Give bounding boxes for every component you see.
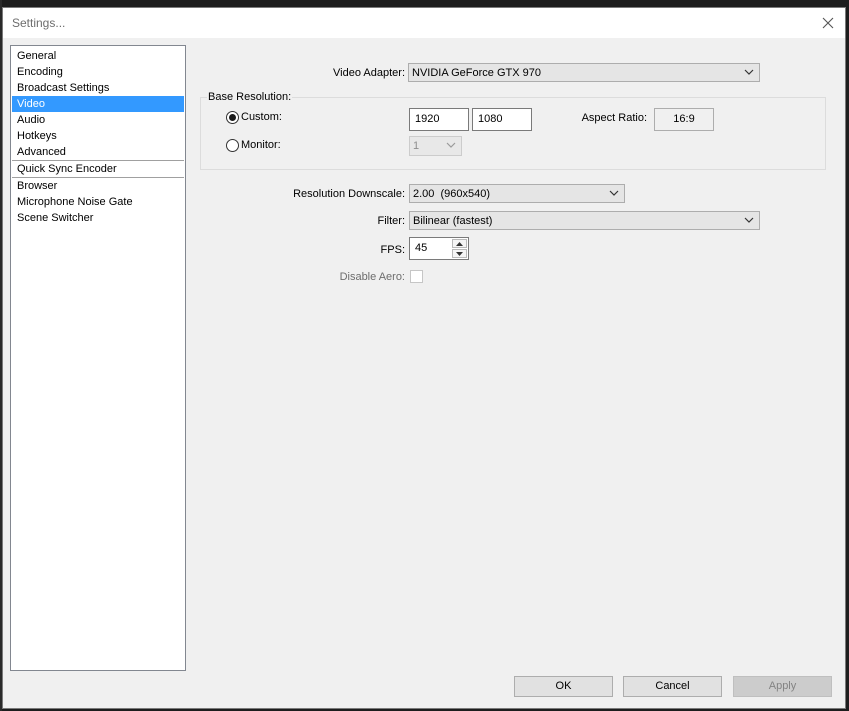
title-bar: Settings... xyxy=(3,8,845,38)
width-input[interactable]: 1920 xyxy=(409,108,469,131)
nav-item-scene-switcher[interactable]: Scene Switcher xyxy=(11,210,185,226)
monitor-radio[interactable] xyxy=(226,139,239,152)
arrow-down-icon xyxy=(456,252,463,256)
fps-value: 45 xyxy=(415,242,428,254)
disable-aero-label: Disable Aero: xyxy=(339,271,405,283)
monitor-dropdown[interactable]: 1 xyxy=(409,136,462,156)
chevron-down-icon xyxy=(609,190,619,196)
nav-item-general[interactable]: General xyxy=(11,48,185,64)
resolution-downscale-value: 2.00 (960x540) xyxy=(413,188,491,200)
nav-item-broadcast-settings[interactable]: Broadcast Settings xyxy=(11,80,185,96)
close-button[interactable] xyxy=(817,12,839,34)
monitor-label: Monitor: xyxy=(241,139,281,151)
close-icon xyxy=(822,17,834,29)
aspect-ratio-label: Aspect Ratio: xyxy=(581,112,647,124)
window-title: Settings... xyxy=(12,16,66,30)
settings-dialog: Settings... General Encoding Broadcast Set… xyxy=(2,7,846,709)
nav-item-audio[interactable]: Audio xyxy=(11,112,185,128)
custom-label: Custom: xyxy=(241,111,282,123)
nav-item-microphone-noise-gate[interactable]: Microphone Noise Gate xyxy=(11,194,185,210)
filter-value: Bilinear (fastest) xyxy=(413,215,493,227)
chevron-down-icon xyxy=(744,217,754,223)
monitor-value: 1 xyxy=(413,140,420,152)
video-adapter-label: Video Adapter: xyxy=(333,67,405,79)
nav-item-browser[interactable]: Browser xyxy=(11,178,185,194)
aspect-ratio-value: 16:9 xyxy=(673,113,695,125)
chevron-down-icon xyxy=(446,142,456,148)
height-value: 1080 xyxy=(478,113,503,125)
nav-item-video[interactable]: Video xyxy=(12,96,184,112)
chevron-down-icon xyxy=(744,69,754,75)
custom-radio[interactable] xyxy=(226,111,239,124)
aspect-ratio-display: 16:9 xyxy=(654,108,714,131)
width-value: 1920 xyxy=(415,113,440,125)
cancel-button[interactable]: Cancel xyxy=(623,676,722,697)
fps-spinbox[interactable]: 45 xyxy=(409,237,469,260)
disable-aero-checkbox[interactable] xyxy=(410,270,423,283)
resolution-downscale-dropdown[interactable]: 2.00 (960x540) xyxy=(409,184,625,203)
nav-item-hotkeys[interactable]: Hotkeys xyxy=(11,128,185,144)
nav-item-encoding[interactable]: Encoding xyxy=(11,64,185,80)
fps-decrement-button[interactable] xyxy=(452,249,467,258)
fps-increment-button[interactable] xyxy=(452,239,467,248)
arrow-up-icon xyxy=(456,242,463,246)
nav-item-advanced[interactable]: Advanced xyxy=(11,144,185,160)
base-resolution-label: Base Resolution: xyxy=(207,91,293,103)
fps-label: FPS: xyxy=(380,244,405,256)
filter-dropdown[interactable]: Bilinear (fastest) xyxy=(409,211,760,230)
height-input[interactable]: 1080 xyxy=(472,108,532,131)
resolution-downscale-label: Resolution Downscale: xyxy=(293,188,405,200)
radio-selected-dot xyxy=(229,114,236,121)
filter-label: Filter: xyxy=(377,215,406,227)
nav-item-quick-sync-encoder[interactable]: Quick Sync Encoder xyxy=(11,161,185,177)
ok-button[interactable]: OK xyxy=(514,676,613,697)
video-adapter-dropdown[interactable]: NVIDIA GeForce GTX 970 xyxy=(408,63,760,82)
settings-category-list[interactable]: General Encoding Broadcast Settings Video Au… xyxy=(10,45,186,671)
apply-button[interactable]: Apply xyxy=(733,676,832,697)
video-adapter-value: NVIDIA GeForce GTX 970 xyxy=(412,67,541,79)
